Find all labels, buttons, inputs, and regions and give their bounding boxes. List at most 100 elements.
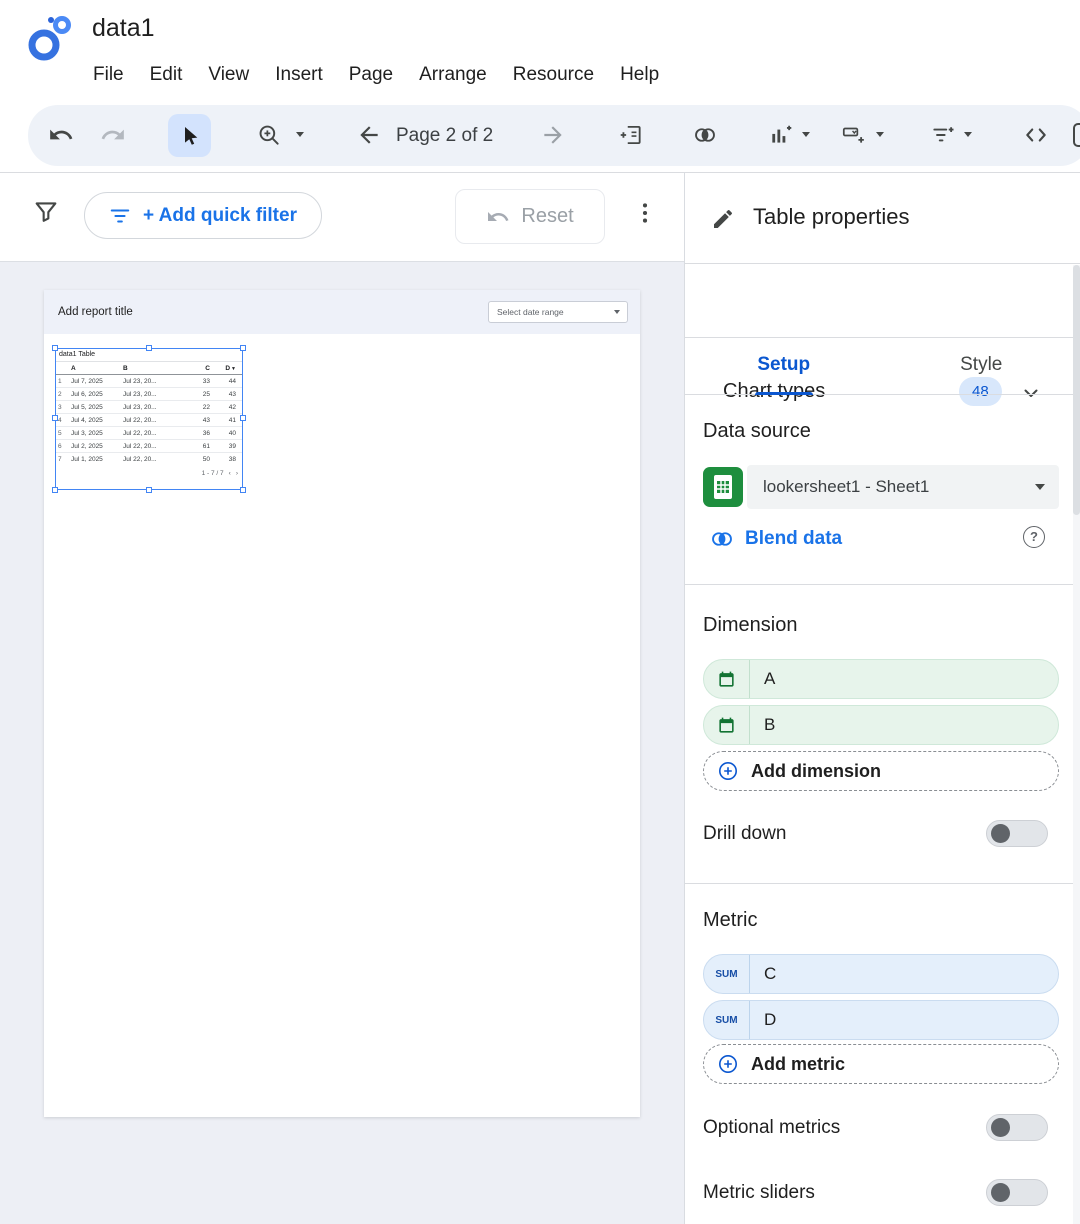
more-options-icon[interactable] [632,200,658,226]
page-indicator[interactable]: Page 2 of 2 [396,125,493,147]
edit-pencil-icon[interactable] [711,207,735,231]
table-chart[interactable]: data1 Table A B C D▼ 1 Jul 7, 2025 Jul 2… [55,348,243,490]
add-quick-filter-label: + Add quick filter [143,205,297,227]
col-header-a[interactable]: A [68,365,120,372]
cell-rownum: 6 [56,443,68,450]
cell-rownum: 3 [56,404,68,411]
add-dimension-button[interactable]: Add dimension [703,751,1059,791]
toolbar-overflow-partial-icon[interactable] [1070,119,1080,151]
add-metric-button[interactable]: Add metric [703,1044,1059,1084]
blend-tool-icon[interactable] [692,122,718,148]
add-filter-icon[interactable] [930,122,956,148]
add-control-caret-icon[interactable] [876,132,884,137]
reset-label: Reset [521,205,573,228]
toolbar: Page 2 of 2 [28,105,1080,166]
pagination-next-icon[interactable]: › [236,470,238,477]
report-canvas[interactable]: Add report title Select date range data1… [0,262,684,1224]
dimension-chip-b[interactable]: B [703,705,1059,745]
report-page[interactable]: Add report title Select date range data1… [44,290,640,1117]
menu-edit[interactable]: Edit [137,56,196,94]
add-filter-caret-icon[interactable] [964,132,972,137]
zoom-dropdown-caret-icon[interactable] [296,132,304,137]
resize-handle[interactable] [146,487,152,493]
embed-code-icon[interactable] [1023,122,1049,148]
metric-sliders-label: Metric sliders [703,1182,815,1204]
blend-data-link[interactable]: Blend data [745,528,842,550]
resize-handle[interactable] [52,487,58,493]
cell-d: 43 [214,391,238,398]
resize-handle[interactable] [52,415,58,421]
reset-button[interactable]: Reset [455,189,605,244]
cell-a: Jul 5, 2025 [68,404,120,411]
help-icon[interactable]: ? [1023,526,1045,548]
table-row: 6 Jul 2, 2025 Jul 22, 20... 61 39 [56,440,242,453]
active-tab-underline [755,392,813,395]
tab-style[interactable]: Style [883,338,1080,394]
dimension-chip-a[interactable]: A [703,659,1059,699]
menu-arrange[interactable]: Arrange [406,56,500,94]
cell-d: 42 [214,404,238,411]
aggregation-badge[interactable]: SUM [704,955,750,993]
metric-chip-d[interactable]: SUM D [703,1000,1059,1040]
col-header-b[interactable]: B [120,365,182,372]
menu-insert[interactable]: Insert [262,56,336,94]
add-quick-filter-button[interactable]: + Add quick filter [84,192,322,239]
drill-down-toggle[interactable] [986,820,1048,847]
metric-sliders-toggle[interactable] [986,1179,1048,1206]
scrollbar-thumb[interactable] [1073,265,1080,515]
pagination-prev-icon[interactable]: ‹ [229,470,231,477]
cell-rownum: 1 [56,378,68,385]
col-header-c[interactable]: C [182,365,214,372]
add-dimension-label: Add dimension [751,761,881,782]
aggregation-badge[interactable]: SUM [704,1001,750,1039]
toggle-knob [991,824,1010,843]
add-control-icon[interactable] [840,122,866,148]
undo-icon[interactable] [48,122,74,148]
sort-descending-icon: ▼ [231,366,236,372]
table-header-row: A B C D▼ [56,362,242,375]
next-page-arrow-icon[interactable] [540,122,566,148]
redo-icon[interactable] [100,122,126,148]
menu-page[interactable]: Page [336,56,406,94]
filter-funnel-icon[interactable] [32,197,60,225]
resize-handle[interactable] [240,345,246,351]
chart-types-row[interactable]: Chart types 48 [685,264,1080,338]
metric-chip-c[interactable]: SUM C [703,954,1059,994]
resize-handle[interactable] [240,415,246,421]
menu-view[interactable]: View [195,56,262,94]
previous-page-arrow-icon[interactable] [356,122,382,148]
menu-help[interactable]: Help [607,56,672,94]
menu-resource[interactable]: Resource [500,56,607,94]
properties-panel: Table properties Chart types 48 Setup St… [684,173,1080,1224]
add-page-icon[interactable] [618,122,644,148]
cell-c: 36 [182,430,214,437]
col-header-d[interactable]: D▼ [214,365,238,372]
menu-file[interactable]: File [80,56,137,94]
select-tool-button[interactable] [168,114,211,157]
date-range-control[interactable]: Select date range [488,301,628,323]
tab-setup[interactable]: Setup [685,338,883,394]
cell-a: Jul 7, 2025 [68,378,120,385]
resize-handle[interactable] [146,345,152,351]
resize-handle[interactable] [52,345,58,351]
resize-handle[interactable] [240,487,246,493]
optional-metrics-toggle[interactable] [986,1114,1048,1141]
data-source-caret-icon [1035,484,1045,490]
looker-studio-logo-icon[interactable] [26,12,74,64]
filter-bar: + Add quick filter Reset [0,173,684,262]
cell-b: Jul 22, 20... [120,443,182,450]
document-title[interactable]: data1 [92,14,155,43]
data-source-selector[interactable]: lookersheet1 - Sheet1 [703,465,1059,509]
data-source-dropdown[interactable]: lookersheet1 - Sheet1 [747,465,1059,509]
add-chart-icon[interactable] [768,122,794,148]
panel-tabs: Setup Style [685,338,1080,395]
add-chart-caret-icon[interactable] [802,132,810,137]
table-row: 4 Jul 4, 2025 Jul 22, 20... 43 41 [56,414,242,427]
zoom-icon[interactable] [256,122,282,148]
data-source-heading: Data source [703,420,811,443]
data-source-name: lookersheet1 - Sheet1 [747,477,1035,497]
plus-circle-icon [718,1054,738,1074]
panel-scrollbar[interactable] [1073,265,1080,1224]
report-title-placeholder[interactable]: Add report title [58,290,133,334]
app-header: data1 File Edit View Insert Page Arrange… [0,0,1080,104]
